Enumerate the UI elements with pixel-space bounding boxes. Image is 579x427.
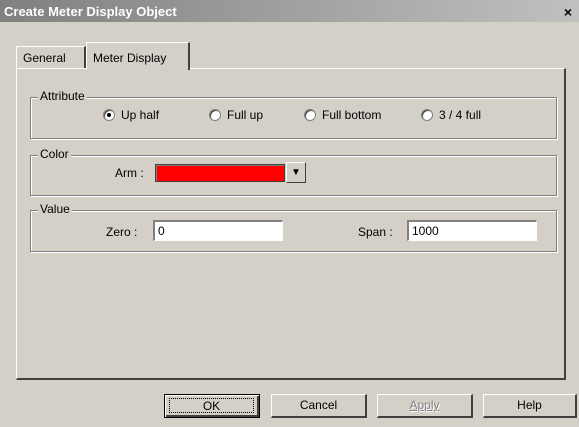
chevron-down-icon: ▼ xyxy=(291,167,301,178)
arm-label: Arm : xyxy=(115,166,144,180)
radio-full-bottom[interactable]: Full bottom xyxy=(304,108,381,122)
radio-button-icon xyxy=(304,109,316,121)
radio-full-up-label: Full up xyxy=(227,108,264,122)
tab-meter-display[interactable]: Meter Display xyxy=(86,42,190,70)
radio-button-icon xyxy=(421,109,433,121)
apply-button-label: Apply xyxy=(409,398,440,412)
attribute-group-label: Attribute xyxy=(38,89,87,103)
window-title: Create Meter Display Object xyxy=(4,4,177,19)
span-input[interactable] xyxy=(407,220,537,241)
span-label: Span : xyxy=(358,225,393,239)
radio-up-half[interactable]: Up half xyxy=(103,108,159,122)
title-bar: Create Meter Display Object × xyxy=(0,0,579,22)
arm-color-dropdown[interactable]: ▼ xyxy=(286,162,306,183)
value-group-label: Value xyxy=(38,202,72,216)
arm-color-swatch[interactable] xyxy=(155,164,285,182)
zero-input[interactable] xyxy=(153,220,283,241)
radio-up-half-label: Up half xyxy=(121,108,160,122)
color-group-label: Color xyxy=(38,147,71,161)
radio-button-icon xyxy=(209,109,221,121)
radio-full-bottom-label: Full bottom xyxy=(322,108,382,122)
tab-general[interactable]: General xyxy=(16,46,86,68)
help-button[interactable]: Help xyxy=(483,394,577,418)
cancel-button[interactable]: Cancel xyxy=(271,394,367,418)
close-icon[interactable]: × xyxy=(559,4,577,20)
radio-three-quarter-full-label: 3 / 4 full xyxy=(439,108,482,122)
radio-full-up[interactable]: Full up xyxy=(209,108,263,122)
ok-button[interactable]: OK xyxy=(164,394,260,418)
apply-button[interactable]: Apply xyxy=(377,394,473,418)
ok-button-label: OK xyxy=(169,398,254,413)
zero-label: Zero : xyxy=(106,225,138,239)
radio-button-icon xyxy=(103,109,115,121)
radio-three-quarter-full[interactable]: 3 / 4 full xyxy=(421,108,481,122)
